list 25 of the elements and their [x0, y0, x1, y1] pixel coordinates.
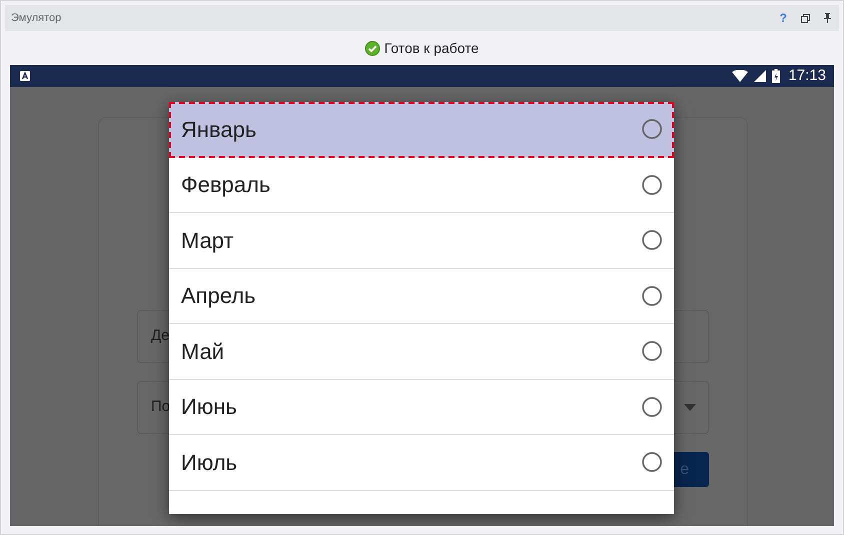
- wifi-icon: [732, 70, 748, 82]
- keyboard-icon: [20, 71, 30, 81]
- month-option[interactable]: Март: [169, 213, 674, 268]
- month-option[interactable]: Апрель: [169, 268, 674, 324]
- pin-icon[interactable]: [824, 13, 831, 23]
- month-option[interactable]: Июль: [169, 435, 674, 490]
- window-title: Эмулятор: [11, 10, 62, 26]
- battery-icon: [772, 69, 780, 83]
- radio-button[interactable]: [642, 341, 662, 362]
- radio-button[interactable]: [642, 396, 662, 417]
- clock: 17:13: [788, 66, 826, 86]
- restore-icon[interactable]: [801, 14, 810, 22]
- radio-button[interactable]: [642, 174, 662, 195]
- radio-button[interactable]: [642, 119, 662, 140]
- radio-button[interactable]: [642, 230, 662, 250]
- month-option[interactable]: Февраль: [169, 158, 674, 213]
- month-option[interactable]: Июнь: [169, 380, 674, 435]
- radio-button[interactable]: [642, 452, 662, 472]
- month-option[interactable]: Май: [169, 324, 674, 380]
- month-option[interactable]: Январь: [169, 102, 674, 158]
- radio-button[interactable]: [642, 286, 662, 306]
- signal-icon: [754, 70, 766, 82]
- status-text: Готов к работе: [384, 38, 479, 58]
- caret-icon: [684, 404, 696, 411]
- check-icon: [365, 40, 380, 56]
